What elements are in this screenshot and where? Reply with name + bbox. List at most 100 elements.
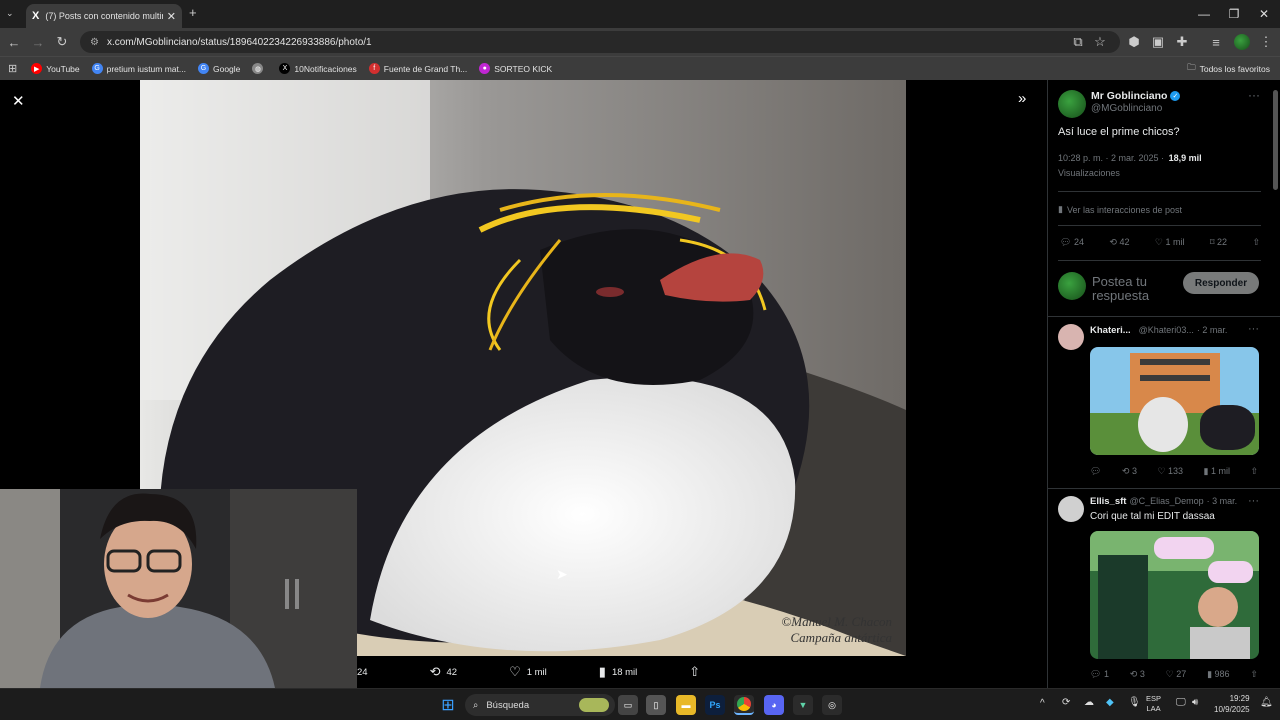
reply-date[interactable]: · 2 mar. bbox=[1197, 325, 1228, 336]
photo-replies[interactable]: 24 bbox=[357, 667, 368, 678]
bookmark-favicon-icon: ◍ bbox=[252, 63, 264, 74]
language-indicator[interactable]: ESP LAA bbox=[1146, 694, 1161, 714]
share-button[interactable]: ⇧ bbox=[1252, 237, 1260, 248]
windows-start-icon[interactable]: ⊞ bbox=[438, 695, 458, 715]
address-bar[interactable]: ⚙ x.com/MGoblinciano/status/189640223422… bbox=[80, 31, 1120, 53]
reply-handle[interactable]: @C_Elias_Demop bbox=[1129, 496, 1203, 507]
bookmark-item[interactable]: X 10Notificaciones bbox=[279, 63, 357, 74]
reply-like-button[interactable]: ♡ 27 bbox=[1166, 669, 1187, 680]
reply-repost-button[interactable]: ⟲ 3 bbox=[1130, 669, 1145, 680]
more-options-icon[interactable]: ··· bbox=[1248, 323, 1259, 335]
notifications-icon[interactable]: 🔔︎ bbox=[1260, 697, 1273, 708]
app-icon[interactable]: ◎ bbox=[822, 695, 842, 715]
like-button[interactable]: ♡ 1 mil bbox=[1155, 237, 1185, 248]
reply-views[interactable]: ▮ 986 bbox=[1207, 669, 1229, 680]
chrome-icon[interactable] bbox=[734, 695, 754, 715]
network-icon[interactable]: 🖵︎ bbox=[1176, 697, 1186, 708]
reply-views[interactable]: ▮ 1 mil bbox=[1204, 466, 1230, 477]
reload-icon[interactable]: ↻ bbox=[54, 34, 70, 50]
reply-views-count: 1 mil bbox=[1210, 466, 1230, 476]
tab-close-icon[interactable]: ✕ bbox=[167, 10, 176, 23]
reply-repost-button[interactable]: ⟲ 3 bbox=[1122, 466, 1137, 477]
reply-comment-button[interactable]: 💬︎ 1 bbox=[1090, 669, 1109, 680]
reply-image[interactable] bbox=[1090, 531, 1259, 659]
app-icon[interactable]: ▼ bbox=[793, 695, 813, 715]
repost-icon: ⟲ bbox=[429, 664, 441, 679]
forward-icon[interactable]: → bbox=[30, 34, 46, 50]
author-name[interactable]: Mr Goblinciano bbox=[1091, 90, 1167, 102]
tab-active[interactable]: X (7) Posts con contenido multim ✕ bbox=[26, 4, 182, 28]
view-interactions-link[interactable]: ▮ Ver las interacciones de post bbox=[1058, 204, 1182, 215]
share-icon: ⇧ bbox=[689, 664, 701, 679]
clock[interactable]: 19:29 10/9/2025 bbox=[1214, 693, 1250, 715]
reply-author[interactable]: Khateri... bbox=[1090, 325, 1131, 336]
reply-comment-button[interactable]: 💬︎ bbox=[1090, 466, 1101, 477]
tray-expand-icon[interactable]: ^ bbox=[1040, 698, 1045, 709]
file-explorer-icon[interactable]: ▬ bbox=[676, 695, 696, 715]
extensions-puzzle-icon[interactable]: ✚ bbox=[1174, 34, 1190, 50]
reply-input[interactable]: Postea tu respuesta bbox=[1092, 275, 1172, 303]
photoshop-icon[interactable]: Ps bbox=[705, 695, 725, 715]
bookmark-item[interactable]: ◍ bbox=[252, 63, 267, 74]
bookmark-star-icon[interactable]: ☆ bbox=[1092, 34, 1108, 50]
app-icon[interactable]: ▯ bbox=[646, 695, 666, 715]
apps-grid-icon[interactable]: ⊞ bbox=[8, 62, 17, 75]
back-icon[interactable]: ← bbox=[6, 34, 22, 50]
discord-icon[interactable]: ◕ bbox=[764, 695, 784, 715]
bookmark-item[interactable]: G Google bbox=[197, 63, 240, 74]
browser-menu-icon[interactable]: ⋮ bbox=[1258, 34, 1274, 50]
reply-avatar[interactable] bbox=[1058, 324, 1084, 350]
views-chart-icon: ▮ bbox=[598, 664, 606, 679]
author-handle[interactable]: @MGoblinciano bbox=[1091, 103, 1162, 114]
reply-author[interactable]: Ellis_sft bbox=[1090, 496, 1126, 507]
bookmark-item[interactable]: ● SORTEO KICK bbox=[479, 63, 552, 74]
repost-button[interactable]: ⟲ 42 bbox=[1109, 237, 1129, 248]
restore-icon[interactable]: ❐ bbox=[1218, 4, 1250, 24]
photo-likes[interactable]: ♡ 1 mil bbox=[509, 664, 547, 680]
reply-avatar[interactable] bbox=[1058, 496, 1084, 522]
reply-like-button[interactable]: ♡ 133 bbox=[1157, 466, 1183, 477]
profile-avatar[interactable] bbox=[1234, 34, 1250, 50]
security-icon[interactable]: ◆ bbox=[1106, 697, 1114, 708]
author-avatar[interactable] bbox=[1058, 90, 1086, 118]
bookmark-item[interactable]: f Fuente de Grand Th... bbox=[368, 63, 467, 74]
bookmark-item[interactable]: ▶ YouTube bbox=[31, 63, 80, 74]
reply-image[interactable] bbox=[1090, 347, 1259, 455]
photo-reposts[interactable]: ⟲ 42 bbox=[430, 664, 457, 680]
post-time[interactable]: 10:28 p. m. · 2 mar. 2025 · bbox=[1058, 153, 1164, 163]
close-window-icon[interactable]: ✕ bbox=[1248, 4, 1280, 24]
microphone-icon[interactable]: 🎙︎ bbox=[1128, 697, 1141, 708]
volume-icon[interactable]: 🔊︎ bbox=[1192, 697, 1198, 708]
task-view-icon[interactable]: ▭ bbox=[618, 695, 638, 715]
collapse-panel-icon[interactable]: » bbox=[1018, 90, 1026, 107]
extension-icon[interactable]: ⬢ bbox=[1126, 34, 1142, 50]
share-icon[interactable]: ⇧ bbox=[1250, 466, 1258, 477]
photo-replies-count: 24 bbox=[357, 666, 368, 678]
bookmark-item[interactable]: Gpretium iustum mat... bbox=[91, 63, 186, 74]
onedrive-icon[interactable]: ☁ bbox=[1084, 697, 1094, 708]
media-control-icon[interactable]: ≡ bbox=[1208, 34, 1224, 50]
reply-date[interactable]: · 3 mar. bbox=[1207, 496, 1238, 507]
browser-tab-strip: ⌄ X (7) Posts con contenido multim ✕ + —… bbox=[0, 0, 1280, 28]
site-info-icon[interactable]: ⚙ bbox=[90, 37, 99, 48]
reply-button[interactable]: 💬︎ 24 bbox=[1060, 237, 1084, 248]
install-app-icon[interactable]: ⧉ bbox=[1070, 34, 1086, 50]
webcam-overlay bbox=[0, 489, 357, 688]
extension-icon[interactable]: ▣ bbox=[1150, 34, 1166, 50]
minimize-icon[interactable]: — bbox=[1188, 4, 1220, 24]
taskbar-search[interactable]: ⌕ Búsqueda bbox=[465, 694, 615, 716]
reply-submit-button[interactable]: Responder bbox=[1183, 272, 1259, 294]
tray-sync-icon[interactable]: ⟳ bbox=[1062, 697, 1070, 708]
photo-views[interactable]: ▮ 18 mil bbox=[599, 664, 638, 680]
bookmark-button[interactable]: ⌑ 22 bbox=[1210, 237, 1227, 248]
tab-search-icon[interactable]: ⌄ bbox=[6, 8, 14, 19]
share-button[interactable]: ⇧ bbox=[689, 664, 706, 680]
reply-handle[interactable]: @Khateri03... bbox=[1139, 325, 1194, 336]
more-options-icon[interactable]: ··· bbox=[1248, 88, 1260, 102]
new-tab-button[interactable]: + bbox=[189, 5, 197, 20]
share-icon[interactable]: ⇧ bbox=[1250, 669, 1258, 680]
more-options-icon[interactable]: ··· bbox=[1248, 495, 1259, 507]
all-bookmarks[interactable]: 🗀 Todos los favoritos bbox=[1187, 62, 1270, 76]
close-viewer-icon[interactable]: ✕ bbox=[12, 92, 25, 110]
panel-scrollbar[interactable] bbox=[1273, 90, 1278, 190]
